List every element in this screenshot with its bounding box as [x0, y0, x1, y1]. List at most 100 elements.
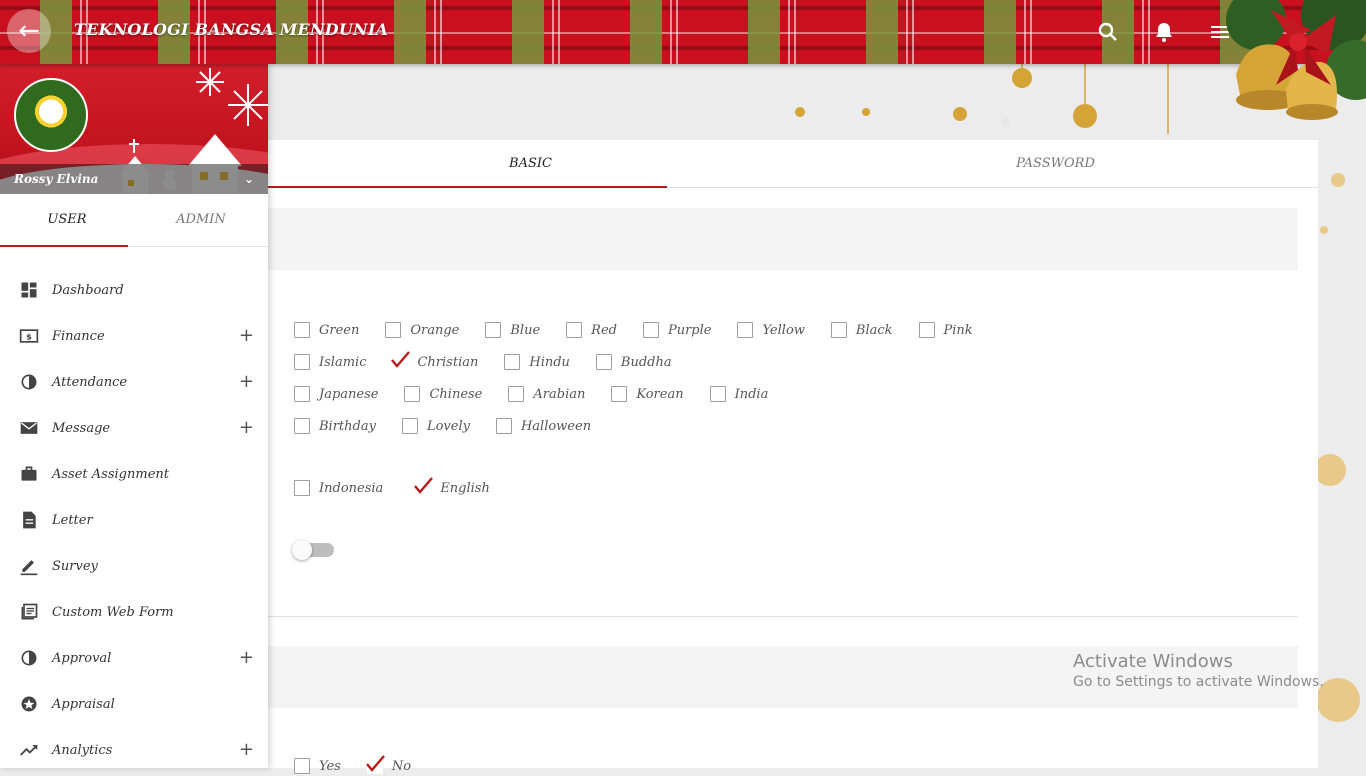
back-button[interactable]: ← [7, 9, 51, 53]
tab-user[interactable]: USER [0, 194, 134, 246]
checkbox-buddha[interactable]: Buddha [595, 354, 672, 370]
checkbox-black[interactable]: Black [830, 322, 893, 338]
checkbox-label: Buddha [620, 354, 672, 370]
checkbox-no[interactable]: No [365, 755, 411, 774]
checkbox-label: Green [319, 322, 360, 338]
checkbox-yellow[interactable]: Yellow [737, 322, 805, 338]
sidebar-item-label: Survey [52, 558, 98, 574]
snowflake-decoration [1318, 173, 1360, 722]
checkbox-christian[interactable]: Christian [391, 351, 479, 370]
sidebar-item-custom-web-form[interactable]: Custom Web Form [0, 589, 268, 635]
briefcase-icon [19, 464, 39, 484]
checkbox-box[interactable] [495, 418, 512, 434]
tab-password[interactable]: PASSWORD [793, 140, 1318, 187]
checkbox-box[interactable] [294, 354, 310, 370]
checkbox-purple[interactable]: Purple [642, 322, 712, 338]
username: Rossy Elvina [14, 172, 99, 186]
culture-theme-row: Japanese Chinese Arabian Korean India [294, 384, 794, 404]
checkbox-label: Korean [636, 386, 684, 402]
checkbox-hindu[interactable]: Hindu [504, 354, 570, 370]
checkbox-box[interactable] [294, 418, 310, 434]
sidebar-item-finance[interactable]: $ Finance + [0, 313, 268, 359]
username-bar[interactable]: Rossy Elvina ⌄ [0, 164, 268, 194]
sidebar-tabs: USER ADMIN [0, 194, 268, 247]
checkmark-icon[interactable] [414, 477, 434, 496]
checkmark-icon[interactable] [391, 351, 411, 370]
checkbox-halloween[interactable]: Halloween [495, 418, 591, 434]
sidebar-item-label: Approval [52, 650, 112, 666]
trending-icon [19, 740, 39, 760]
occasion-theme-row: Birthday Lovely Halloween [294, 416, 617, 436]
checkbox-yes[interactable]: Yes [294, 758, 341, 774]
checkbox-blue[interactable]: Blue [485, 322, 540, 338]
sidebar-item-message[interactable]: Message + [0, 405, 268, 451]
checkbox-box[interactable] [401, 418, 418, 434]
checkbox-green[interactable]: Green [294, 322, 359, 338]
checkbox-box[interactable] [642, 322, 659, 338]
bell-icon[interactable] [1152, 20, 1176, 44]
toggle-switch[interactable] [292, 538, 336, 562]
checkbox-box[interactable] [485, 322, 502, 338]
checkbox-korean[interactable]: Korean [611, 386, 684, 402]
sidebar-item-label: Message [52, 420, 111, 436]
checkbox-arabian[interactable]: Arabian [508, 386, 585, 402]
checkbox-indonesia[interactable]: Indonesia [294, 480, 383, 496]
checkbox-red[interactable]: Red [566, 322, 617, 338]
checkbox-india[interactable]: India [709, 386, 768, 402]
sidebar-item-asset-assignment[interactable]: Asset Assignment [0, 451, 268, 497]
checkbox-label: Blue [510, 322, 541, 338]
avatar[interactable] [14, 78, 88, 152]
checkbox-box[interactable] [294, 322, 310, 338]
finance-icon: $ [19, 326, 39, 346]
expand-plus-icon[interactable]: + [239, 647, 254, 668]
tab-basic[interactable]: BASIC [268, 140, 793, 187]
expand-plus-icon[interactable]: + [239, 325, 254, 346]
tab-admin[interactable]: ADMIN [134, 194, 268, 246]
checkbox-box[interactable] [737, 322, 754, 338]
sidebar-menu: Dashboard $ Finance + Attendance + Messa… [0, 247, 268, 768]
christmas-bells-decoration [1216, 0, 1366, 140]
checkbox-label: Yellow [762, 322, 805, 338]
sidebar-item-approval[interactable]: Approval + [0, 635, 268, 681]
expand-plus-icon[interactable]: + [239, 417, 254, 438]
checkbox-lovely[interactable]: Lovely [401, 418, 470, 434]
expand-plus-icon[interactable]: + [239, 739, 254, 760]
sidebar-item-analytics[interactable]: Analytics + [0, 727, 268, 768]
checkbox-orange[interactable]: Orange [385, 322, 459, 338]
checkbox-box[interactable] [508, 386, 525, 402]
checkbox-label: Christian [417, 354, 479, 370]
checkbox-label: Purple [667, 322, 712, 338]
arrow-left-icon: ← [18, 16, 40, 46]
sidebar-item-survey[interactable]: Survey [0, 543, 268, 589]
sidebar-item-attendance[interactable]: Attendance + [0, 359, 268, 405]
checkbox-box[interactable] [595, 354, 612, 370]
chevron-down-icon[interactable]: ⌄ [244, 164, 254, 194]
checkbox-box[interactable] [830, 322, 847, 338]
search-icon[interactable] [1096, 20, 1120, 44]
watermark-title: Activate Windows [1073, 651, 1233, 672]
checkbox-box[interactable] [404, 386, 421, 402]
checkbox-box[interactable] [709, 386, 726, 402]
expand-plus-icon[interactable]: + [239, 371, 254, 392]
sidebar-item-appraisal[interactable]: Appraisal [0, 681, 268, 727]
checkbox-chinese[interactable]: Chinese [404, 386, 482, 402]
checkmark-icon[interactable] [365, 755, 385, 774]
checkbox-box[interactable] [566, 322, 583, 338]
checkbox-pink[interactable]: Pink [918, 322, 973, 338]
checkbox-japanese[interactable]: Japanese [294, 386, 378, 402]
sidebar-item-dashboard[interactable]: Dashboard [0, 267, 268, 313]
checkbox-label: Indonesia [319, 480, 384, 496]
checkbox-box[interactable] [294, 480, 310, 496]
checkbox-box[interactable] [611, 386, 628, 402]
tab-indicator [268, 186, 667, 188]
checkbox-box[interactable] [918, 322, 935, 338]
checkbox-box[interactable] [294, 386, 310, 402]
checkbox-english[interactable]: English [414, 477, 490, 496]
checkbox-box[interactable] [294, 758, 310, 774]
checkbox-birthday[interactable]: Birthday [294, 418, 376, 434]
toggle-knob[interactable] [292, 540, 312, 560]
checkbox-box[interactable] [385, 322, 402, 338]
sidebar-item-letter[interactable]: Letter [0, 497, 268, 543]
checkbox-box[interactable] [504, 354, 521, 370]
checkbox-islamic[interactable]: Islamic [294, 354, 366, 370]
